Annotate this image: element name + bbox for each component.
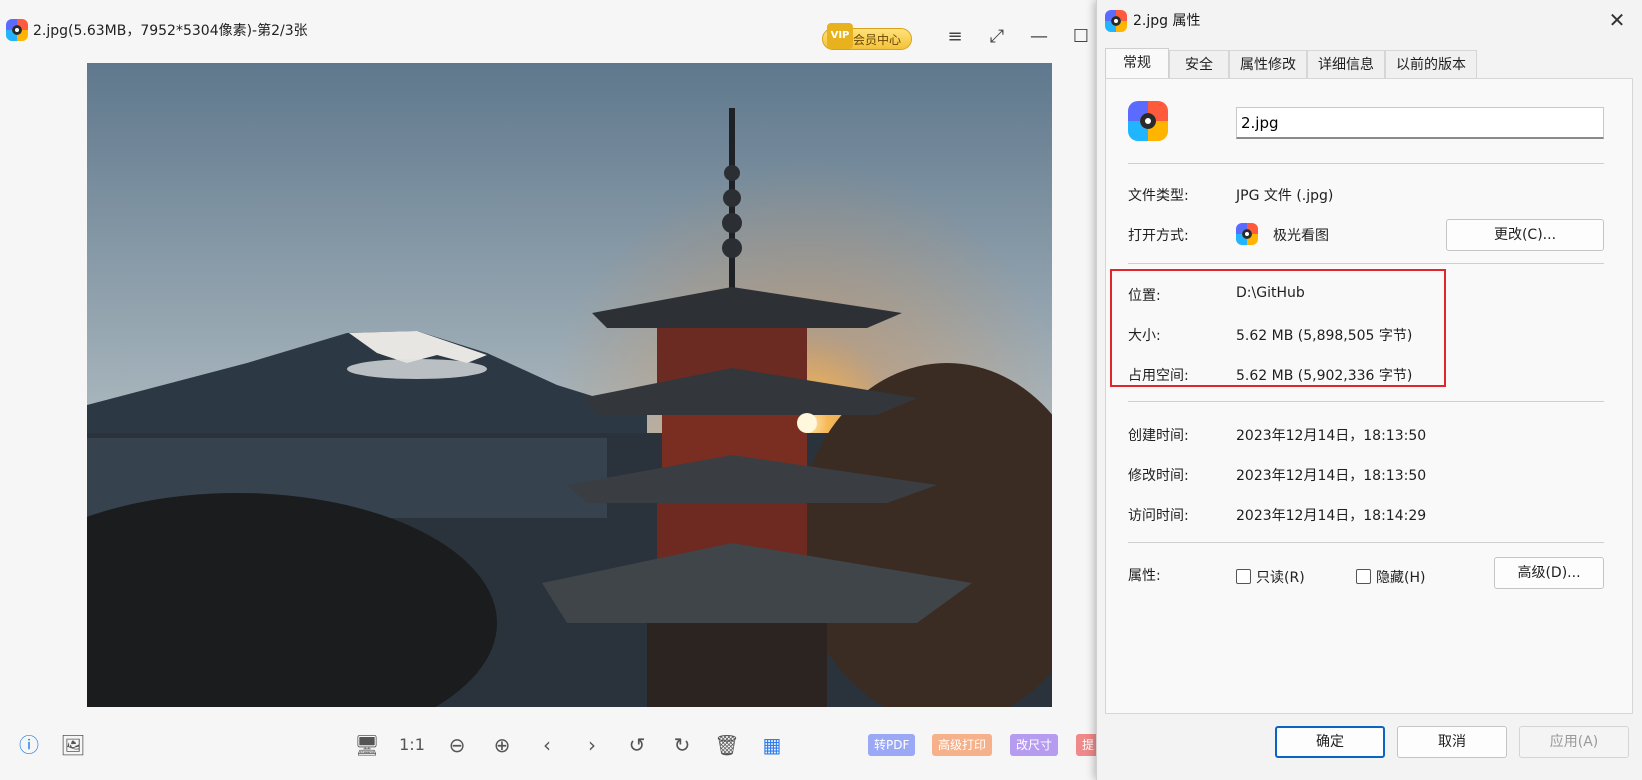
info-icon[interactable]: ⓘ	[14, 730, 44, 760]
divider	[1128, 401, 1604, 402]
tab-details[interactable]: 详细信息	[1307, 50, 1385, 78]
created-value: 2023年12月14日，18:13:50	[1236, 428, 1427, 444]
readonly-label: 只读(R)	[1256, 570, 1305, 586]
location-value: D:\GitHub	[1236, 285, 1305, 301]
size-label: 大小:	[1128, 328, 1161, 344]
properties-dialog: 2.jpg 属性 ✕ 常规 安全 属性修改 详细信息 以前的版本 文件类型: J…	[1096, 0, 1642, 780]
zoom-out-icon[interactable]: ⊖	[442, 730, 472, 760]
maximize-icon[interactable]: ☐	[1068, 24, 1094, 50]
resize-button[interactable]: 改尺寸	[1010, 734, 1059, 756]
image-icon[interactable]: 🖼	[58, 730, 88, 760]
file-type-icon	[1128, 101, 1168, 141]
to-pdf-button[interactable]: 转PDF	[868, 734, 916, 756]
dialog-title: 2.jpg 属性	[1133, 13, 1201, 29]
rotate-left-icon[interactable]: ↺	[622, 730, 652, 760]
divider	[1128, 542, 1604, 543]
menu-icon[interactable]: ≡	[942, 24, 968, 50]
open-with-app-icon	[1236, 223, 1258, 245]
photo-preview	[87, 63, 1052, 707]
dialog-app-icon	[1105, 10, 1127, 32]
open-with-label: 打开方式:	[1128, 228, 1189, 244]
advanced-print-button[interactable]: 高级打印	[932, 734, 993, 756]
ok-button[interactable]: 确定	[1275, 726, 1385, 758]
disk-size-value: 5.62 MB (5,902,336 字节)	[1236, 368, 1413, 384]
viewer-bottom-toolbar: ⓘ 🖼 🖥 1:1 ⊖ ⊕ ‹ › ↺ ↻ 🗑 ▦ 转PDF 高级打印 改尺寸 …	[0, 730, 1101, 766]
advanced-button[interactable]: 高级(D)...	[1494, 557, 1604, 589]
app-logo-icon	[6, 19, 28, 41]
disk-size-label: 占用空间:	[1128, 368, 1189, 384]
size-value: 5.62 MB (5,898,505 字节)	[1236, 328, 1413, 344]
created-label: 创建时间:	[1128, 428, 1189, 444]
cloud	[347, 359, 487, 379]
rotate-right-icon[interactable]: ↻	[667, 730, 697, 760]
tab-attribute-edit[interactable]: 属性修改	[1229, 50, 1307, 78]
general-panel: 文件类型: JPG 文件 (.jpg) 打开方式: 极光看图 更改(C)... …	[1105, 78, 1633, 714]
attributes-label: 属性:	[1128, 568, 1161, 584]
file-type-value: JPG 文件 (.jpg)	[1236, 188, 1334, 204]
modified-label: 修改时间:	[1128, 468, 1189, 484]
apply-button[interactable]: 应用(A)	[1519, 726, 1629, 758]
viewer-title: 2.jpg(5.63MB，7952*5304像素)-第2/3张	[33, 23, 308, 39]
divider	[1128, 263, 1604, 264]
divider	[1128, 163, 1604, 164]
thumbnails-icon[interactable]: ▦	[757, 730, 787, 760]
readonly-checkbox[interactable]	[1236, 569, 1251, 584]
sun	[797, 413, 817, 433]
accessed-value: 2023年12月14日，18:14:29	[1236, 508, 1427, 524]
slideshow-icon[interactable]: 🖥	[352, 730, 382, 760]
tab-previous-versions[interactable]: 以前的版本	[1385, 50, 1477, 78]
vip-center-button[interactable]: VIP 会员中心	[822, 23, 912, 50]
photo-scene	[87, 63, 1052, 707]
actual-size-icon[interactable]: 1:1	[397, 730, 427, 760]
minimize-icon[interactable]: —	[1026, 24, 1052, 50]
zoom-in-icon[interactable]: ⊕	[487, 730, 517, 760]
next-icon[interactable]: ›	[577, 730, 607, 760]
modified-value: 2023年12月14日，18:13:50	[1236, 468, 1427, 484]
accessed-label: 访问时间:	[1128, 508, 1189, 524]
change-button[interactable]: 更改(C)...	[1446, 219, 1604, 251]
fullscreen-icon[interactable]: ⤢	[984, 24, 1010, 50]
file-name-input[interactable]	[1236, 107, 1604, 139]
cancel-button[interactable]: 取消	[1397, 726, 1507, 758]
tab-general[interactable]: 常规	[1105, 48, 1169, 78]
location-label: 位置:	[1128, 288, 1161, 304]
tab-security[interactable]: 安全	[1169, 50, 1229, 78]
delete-icon[interactable]: 🗑	[712, 730, 742, 760]
previous-icon[interactable]: ‹	[532, 730, 562, 760]
hidden-label: 隐藏(H)	[1376, 570, 1426, 586]
file-type-label: 文件类型:	[1128, 188, 1189, 204]
close-icon[interactable]: ✕	[1605, 8, 1629, 32]
vip-crown-icon: VIP	[827, 23, 853, 49]
hidden-checkbox[interactable]	[1356, 569, 1371, 584]
open-with-value: 极光看图	[1273, 228, 1329, 244]
vip-center-label: 会员中心	[852, 33, 901, 47]
